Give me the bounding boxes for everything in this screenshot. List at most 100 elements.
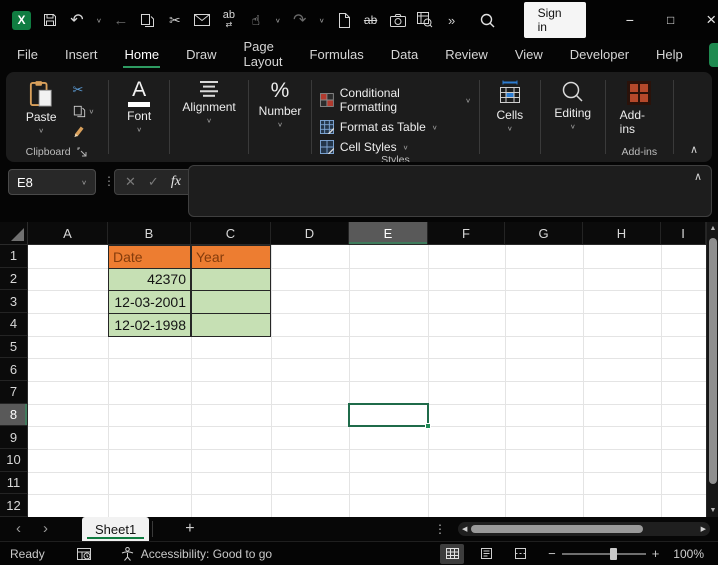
- insert-function-icon[interactable]: fx: [171, 174, 181, 190]
- cut-button[interactable]: ✂: [167, 12, 183, 29]
- vertical-scroll-thumb[interactable]: [709, 238, 717, 484]
- conditional-formatting-button[interactable]: Conditional Formatting ∨: [320, 86, 471, 114]
- select-all-corner[interactable]: [0, 222, 28, 245]
- replace-button[interactable]: ab⇄: [221, 10, 237, 30]
- column-header-E[interactable]: E: [349, 222, 428, 245]
- column-header-B[interactable]: B: [108, 222, 191, 245]
- sign-in-button[interactable]: Sign in: [524, 2, 586, 38]
- tab-draw[interactable]: Draw: [185, 43, 217, 68]
- copy-button[interactable]: [140, 13, 156, 28]
- name-box[interactable]: E8 ∨: [8, 169, 96, 195]
- cell-C2[interactable]: [191, 268, 271, 292]
- scroll-down-icon[interactable]: ▼: [707, 507, 718, 514]
- zoom-out-button[interactable]: −: [542, 546, 562, 561]
- prev-sheet-button[interactable]: ‹: [16, 522, 21, 536]
- addins-button[interactable]: Add-ins: [612, 78, 667, 138]
- zoom-level[interactable]: 100%: [673, 547, 704, 561]
- page-break-view-button[interactable]: [508, 544, 532, 564]
- row-header-12[interactable]: 12: [0, 494, 28, 517]
- search-button[interactable]: [480, 13, 496, 28]
- tab-help[interactable]: Help: [655, 43, 684, 68]
- number-button[interactable]: % Number ∨: [251, 78, 310, 131]
- cell-C3[interactable]: [191, 290, 271, 314]
- excel-logo-icon[interactable]: X: [12, 11, 31, 30]
- formula-input[interactable]: [188, 165, 712, 217]
- row-header-4[interactable]: 4: [0, 313, 28, 336]
- editing-button[interactable]: Editing ∨: [546, 78, 599, 133]
- tab-developer[interactable]: Developer: [569, 43, 630, 68]
- close-button[interactable]: ×: [691, 0, 718, 40]
- column-header-C[interactable]: C: [191, 222, 271, 245]
- sheet-tab-sheet1[interactable]: Sheet1: [82, 517, 149, 541]
- strikethrough-button[interactable]: ab: [363, 13, 379, 27]
- row-header-5[interactable]: 5: [0, 336, 28, 359]
- zoom-slider-thumb[interactable]: [610, 548, 617, 560]
- cells-button[interactable]: Cells ∨: [488, 78, 531, 135]
- undo-dropdown[interactable]: ∨: [96, 16, 102, 23]
- tab-formulas[interactable]: Formulas: [309, 43, 365, 68]
- tab-file[interactable]: File: [16, 43, 39, 68]
- cells-area[interactable]: DateYear4237012-03-200112-02-1998: [28, 245, 706, 517]
- column-header-I[interactable]: I: [661, 222, 706, 245]
- touch-mode-dropdown[interactable]: ∨: [275, 16, 281, 23]
- tab-insert[interactable]: Insert: [64, 43, 99, 68]
- format-painter-button[interactable]: [73, 125, 95, 138]
- undo-button[interactable]: ↶: [69, 10, 85, 30]
- formula-bar-expand-icon[interactable]: ∧: [694, 170, 702, 183]
- column-header-H[interactable]: H: [583, 222, 661, 245]
- cell-C1[interactable]: Year: [191, 245, 271, 269]
- tab-review[interactable]: Review: [444, 43, 489, 68]
- row-header-2[interactable]: 2: [0, 268, 28, 291]
- collapse-ribbon-button[interactable]: ∧: [680, 143, 708, 162]
- camera-button[interactable]: [390, 14, 406, 27]
- cancel-icon[interactable]: ✕: [125, 174, 136, 190]
- format-as-table-button[interactable]: Format as Table ∨: [320, 120, 438, 134]
- row-header-3[interactable]: 3: [0, 290, 28, 313]
- dialog-launcher-icon[interactable]: [77, 147, 87, 157]
- cell-B1[interactable]: Date: [108, 245, 191, 269]
- horizontal-scrollbar[interactable]: ◀ ▶: [458, 522, 710, 536]
- row-header-9[interactable]: 9: [0, 426, 28, 449]
- sheet-bar-menu-icon[interactable]: ⋮: [434, 522, 446, 536]
- enter-icon[interactable]: ✓: [148, 174, 159, 190]
- column-header-F[interactable]: F: [428, 222, 505, 245]
- share-button[interactable]: Share ∨: [709, 43, 718, 67]
- minimize-button[interactable]: −: [610, 0, 651, 40]
- cell-styles-button[interactable]: Cell Styles ∨: [320, 140, 409, 154]
- row-header-10[interactable]: 10: [0, 449, 28, 472]
- tab-view[interactable]: View: [514, 43, 544, 68]
- new-file-button[interactable]: [336, 13, 352, 28]
- copy-ribbon-button[interactable]: ∨: [73, 105, 95, 118]
- horizontal-scroll-thumb[interactable]: [471, 525, 643, 533]
- page-layout-view-button[interactable]: [474, 544, 498, 564]
- next-sheet-button[interactable]: ›: [43, 522, 48, 536]
- cell-B2[interactable]: 42370: [108, 268, 191, 292]
- macro-record-button[interactable]: [77, 548, 91, 560]
- more-commands-button[interactable]: »: [444, 13, 460, 28]
- tab-page-layout[interactable]: Page Layout: [243, 35, 284, 75]
- cell-B4[interactable]: 12-02-1998: [108, 313, 191, 337]
- touch-mode-button[interactable]: ☝: [248, 12, 264, 29]
- row-header-1[interactable]: 1: [0, 245, 28, 268]
- redo-dropdown[interactable]: ∨: [319, 16, 325, 23]
- cell-C4[interactable]: [191, 313, 271, 337]
- row-header-8[interactable]: 8: [0, 404, 28, 427]
- cell-B3[interactable]: 12-03-2001: [108, 290, 191, 314]
- column-header-G[interactable]: G: [505, 222, 583, 245]
- column-header-A[interactable]: A: [28, 222, 108, 245]
- row-header-6[interactable]: 6: [0, 358, 28, 381]
- paste-button[interactable]: Paste ∨: [18, 78, 65, 137]
- column-header-D[interactable]: D: [271, 222, 349, 245]
- accessibility-status[interactable]: Accessibility: Good to go: [121, 547, 272, 561]
- email-button[interactable]: [194, 14, 210, 26]
- scroll-left-icon[interactable]: ◀: [462, 525, 467, 533]
- row-header-11[interactable]: 11: [0, 472, 28, 495]
- tab-data[interactable]: Data: [390, 43, 419, 68]
- save-button[interactable]: [42, 12, 58, 28]
- back-button[interactable]: ←: [113, 12, 129, 29]
- fill-handle[interactable]: [425, 423, 431, 429]
- cut-ribbon-button[interactable]: ✂: [73, 82, 95, 98]
- vertical-scrollbar[interactable]: ▲ ▼: [706, 222, 718, 517]
- alignment-button[interactable]: Alignment ∨: [174, 78, 243, 127]
- selection-box[interactable]: [348, 403, 429, 428]
